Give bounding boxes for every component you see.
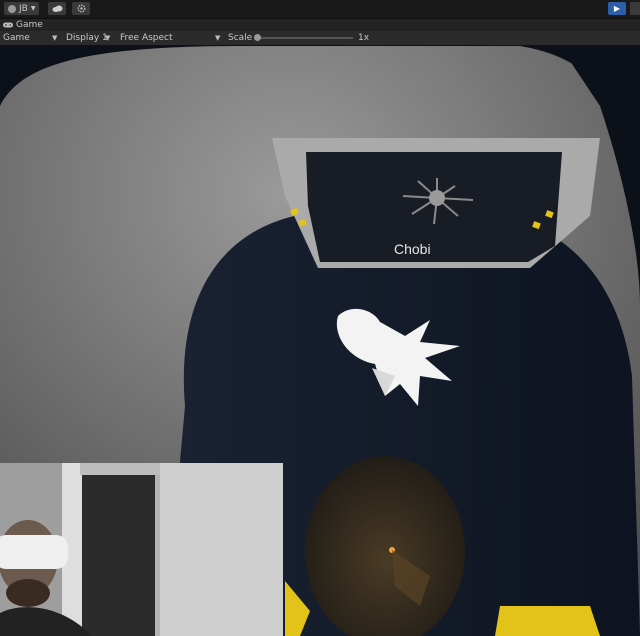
chevron-down-icon: ▼: [52, 34, 58, 42]
tab-game[interactable]: Game: [3, 19, 43, 31]
gear-icon: [77, 4, 85, 13]
display-dropdown[interactable]: Display 1 ▼: [66, 32, 116, 44]
mode-label: Game: [3, 33, 30, 43]
account-dropdown[interactable]: JB ▼: [4, 2, 40, 15]
sign-label: Chobi: [394, 241, 431, 257]
scale-label: Scale: [228, 33, 253, 43]
cloud-button[interactable]: [48, 2, 66, 15]
aspect-dropdown[interactable]: Free Aspect ▼: [120, 32, 222, 44]
aspect-label: Free Aspect: [120, 33, 173, 43]
gamepad-icon: [3, 22, 13, 28]
game-toolbar: Game ▼ Display 1 ▼ Free Aspect ▼ Scale 1…: [0, 31, 640, 46]
pause-button[interactable]: [630, 2, 640, 15]
scale-slider-handle[interactable]: [254, 34, 261, 41]
tab-bar: Game: [0, 19, 640, 31]
mode-dropdown[interactable]: Game ▼: [3, 32, 59, 44]
scale-value: 1x: [358, 33, 370, 43]
tab-label: Game: [16, 20, 43, 30]
play-button[interactable]: ▶: [608, 2, 626, 15]
cloud-icon: [52, 5, 62, 12]
chevron-down-icon: ▼: [30, 5, 36, 12]
settings-button[interactable]: [72, 2, 90, 15]
editor-top-bar: JB ▼ ▶: [0, 0, 640, 19]
play-icon: ▶: [613, 4, 621, 13]
chevron-down-icon: ▼: [105, 34, 111, 42]
webcam-overlay: [0, 463, 283, 636]
webcam-feed: [0, 463, 283, 636]
user-circle-icon: [8, 4, 16, 13]
game-view[interactable]: Chobi: [0, 46, 640, 636]
chevron-down-icon: ▼: [215, 34, 221, 42]
display-label: Display 1: [66, 33, 108, 43]
scale-slider[interactable]: [257, 37, 353, 39]
account-label: JB: [19, 3, 28, 14]
